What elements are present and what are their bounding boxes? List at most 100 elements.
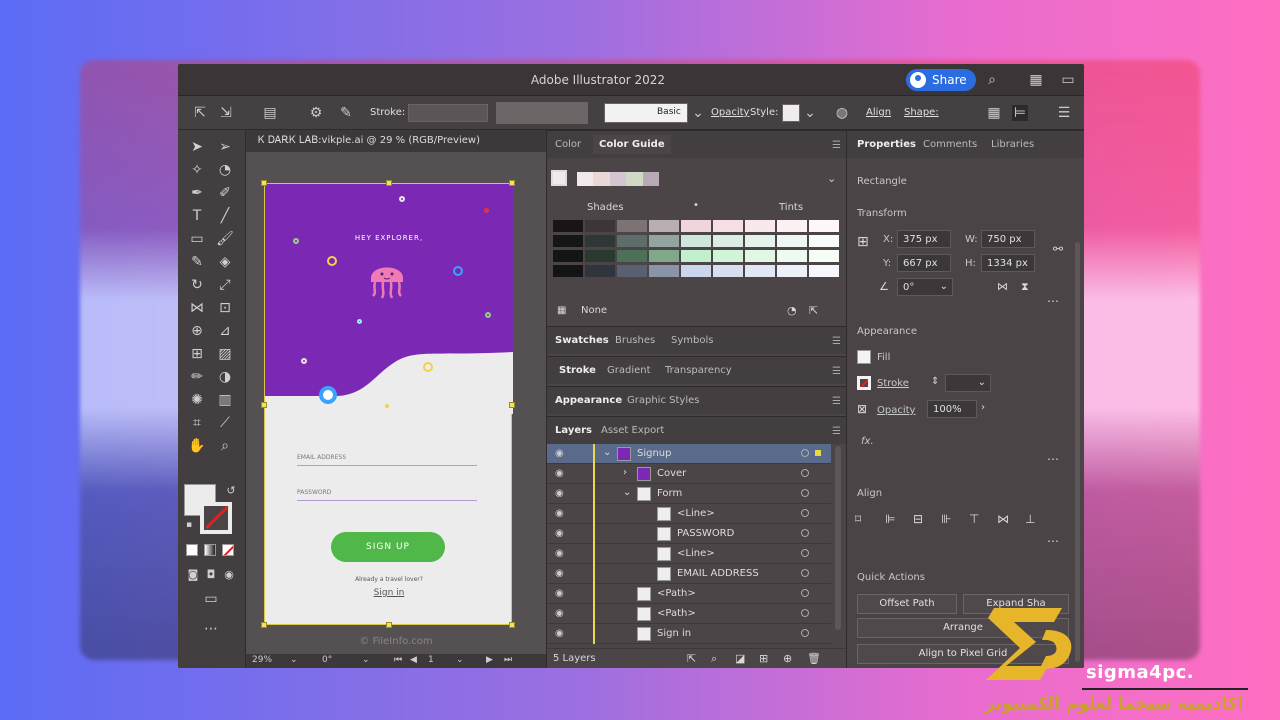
selection-handle[interactable] [261,622,267,628]
draw-inside-icon[interactable]: ◉ [220,566,238,584]
brush-select[interactable]: Basic [604,103,688,123]
stroke-swatch[interactable] [857,376,871,390]
panel-menu-icon[interactable]: ☰ [832,426,841,437]
prev-page-icon[interactable]: ◀ [410,655,417,665]
edit-icon[interactable]: ✎ [338,105,354,121]
harmony-swatch[interactable] [609,172,627,186]
locate-icon[interactable]: ⌕ [711,652,717,666]
panel-menu-icon[interactable]: ☰ [832,366,841,377]
tab-transparency[interactable]: Transparency [665,365,732,376]
perspective-icon[interactable]: ⊿ [216,322,234,340]
color-guide-swatch[interactable] [585,235,615,247]
harmony-swatches[interactable] [577,172,660,186]
color-guide-swatch[interactable] [649,220,679,232]
offset-path-button[interactable]: Offset Path [857,594,957,614]
target-circle-icon[interactable] [801,469,809,477]
delete-icon[interactable]: 🗑 [807,652,821,665]
link-icon[interactable]: ⚯ [1053,242,1063,256]
color-guide-swatch[interactable] [713,265,743,277]
color-guide-swatch[interactable] [745,250,775,262]
align-right-icon[interactable]: ⊪ [941,512,951,526]
rotation-value[interactable]: 0° [322,655,332,665]
target-circle-icon[interactable] [801,629,809,637]
color-guide-swatch[interactable] [777,220,807,232]
tab-symbols[interactable]: Symbols [671,335,713,346]
flip-horizontal-icon[interactable]: ⋈ [997,280,1008,293]
target-circle-icon[interactable] [801,549,809,557]
selection-handle[interactable] [386,622,392,628]
color-wheel-icon[interactable]: ◔ [787,304,797,317]
color-guide-swatch[interactable] [617,265,647,277]
grid-icon[interactable]: ▦ [557,305,566,316]
color-guide-swatch[interactable] [553,265,583,277]
tab-graphic-styles[interactable]: Graphic Styles [627,395,699,406]
color-guide-swatch[interactable] [585,220,615,232]
first-page-icon[interactable]: ⏮ [394,655,402,665]
harmony-swatch[interactable] [626,172,643,186]
layer-row[interactable]: ◉ › Cover [547,464,831,484]
reference-point-icon[interactable]: ⊞ [857,234,869,250]
blend-icon[interactable]: ◑ [216,368,234,386]
stroke-weight-select[interactable] [408,104,488,122]
harmony-swatch[interactable] [593,172,610,186]
color-guide-swatch[interactable] [745,235,775,247]
line-tool-icon[interactable]: ╱ [216,207,234,225]
shape-builder-icon[interactable]: ⊕ [188,322,206,340]
next-page-icon[interactable]: ▶ [486,655,493,665]
color-guide-swatch[interactable] [809,265,839,277]
scale-icon[interactable]: ⤢ [216,276,234,294]
flip-vertical-icon[interactable]: ⧗ [1021,280,1029,294]
clip-mask-icon[interactable]: ◪ [735,652,745,665]
color-guide-swatch[interactable] [649,265,679,277]
free-transform-icon[interactable]: ⊡ [216,299,234,317]
tab-swatches[interactable]: Swatches [555,335,609,346]
visibility-eye-icon[interactable]: ◉ [555,548,564,559]
last-page-icon[interactable]: ⏭ [504,655,512,665]
selection-handle[interactable] [509,402,515,408]
grid-icon[interactable]: ▦ [986,105,1002,121]
panel-menu-icon[interactable]: ☰ [832,140,841,151]
panel-menu-icon[interactable]: ☰ [832,336,841,347]
style-swatch[interactable] [782,104,800,122]
selection-handle[interactable] [261,402,267,408]
layer-row[interactable]: ◉ Sign in [547,624,831,644]
align-bottom-icon[interactable]: ⊥ [1025,512,1035,526]
more-options-icon[interactable]: ⋯ [1047,452,1059,466]
layer-row[interactable]: ◉ <Line> [547,504,831,524]
document-tab[interactable]: Ꮶ ᎠᎪᎡᏦ ᏞᎪᏴ:vikple.ai @ 29 % (RGB/Preview… [246,130,546,152]
panel-toggle-icon[interactable]: ▭ [1060,72,1076,88]
visibility-eye-icon[interactable]: ◉ [555,448,564,459]
color-guide-swatch[interactable] [809,235,839,247]
panel-menu-icon[interactable]: ☰ [832,396,841,407]
visibility-eye-icon[interactable]: ◉ [555,488,564,499]
fill-swatch[interactable] [857,350,871,364]
color-guide-swatch[interactable] [809,250,839,262]
gradient-icon[interactable]: ▨ [216,345,234,363]
color-guide-swatch[interactable] [617,250,647,262]
more-options-icon[interactable]: ⋯ [1047,294,1059,308]
tab-color[interactable]: Color [555,139,581,150]
search-icon[interactable]: ⌕ [984,72,1000,88]
eraser-icon[interactable]: ◈ [216,253,234,271]
width-tool-icon[interactable]: ⋈ [188,299,206,317]
curvature-icon[interactable]: ✐ [216,184,234,202]
stroke-swatch[interactable] [200,502,232,534]
visibility-eye-icon[interactable]: ◉ [555,608,564,619]
shaper-icon[interactable]: ✎ [188,253,206,271]
tab-comments[interactable]: Comments [923,139,977,150]
tab-gradient[interactable]: Gradient [607,365,651,376]
transform-icon[interactable]: ⇲ [218,105,234,121]
tab-asset-export[interactable]: Asset Export [601,425,664,436]
opacity-field[interactable]: 100% [927,400,977,418]
opacity-link[interactable]: Opacity [877,405,915,416]
color-guide-swatch[interactable] [777,235,807,247]
align-link[interactable]: Align [866,107,891,118]
rotate-icon[interactable]: ↻ [188,276,206,294]
draw-behind-icon[interactable]: ◘ [202,566,220,584]
color-guide-swatch[interactable] [553,235,583,247]
type-tool-icon[interactable]: T [188,207,206,225]
artboard[interactable]: HEY EXPLORER, EMAIL ADDRESS PASSWORD SIG… [261,180,515,628]
base-color-swatch[interactable] [551,170,567,186]
visibility-eye-icon[interactable]: ◉ [555,468,564,479]
menu-icon[interactable]: ☰ [1056,105,1072,121]
